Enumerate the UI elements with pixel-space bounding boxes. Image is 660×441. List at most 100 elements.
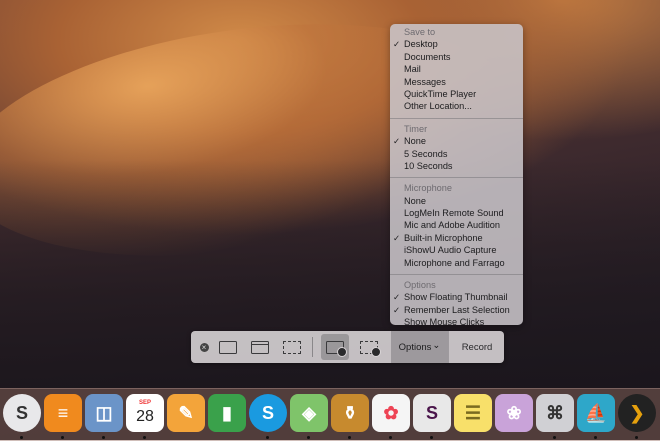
menu-item[interactable]: 5 Seconds	[390, 148, 523, 160]
checkmark-icon: ✓	[393, 136, 401, 147]
maps-glyph: ◈	[302, 402, 316, 423]
scrivener-icon[interactable]: S	[3, 394, 41, 432]
record-screen-icon	[326, 340, 347, 357]
maps-icon[interactable]: ◈	[290, 394, 328, 432]
running-indicator	[61, 436, 64, 439]
menu-item[interactable]: Documents	[390, 51, 523, 63]
running-indicator	[553, 436, 556, 439]
chevron-down-icon: ⌄	[432, 339, 441, 351]
numbers-icon[interactable]: ▮	[208, 394, 246, 432]
scrivener-glyph: S	[15, 402, 28, 423]
capture-window-button[interactable]	[247, 331, 273, 363]
close-button[interactable]: ×	[197, 331, 211, 363]
jar-app-icon[interactable]: ⚱	[331, 394, 369, 432]
photos-glyph: ✿	[383, 402, 399, 423]
menu-item[interactable]: ✓ None	[390, 135, 523, 147]
record-entire-screen-button[interactable]	[321, 334, 349, 360]
menu-section-header: Timer	[404, 123, 428, 134]
menu-item[interactable]: QuickTime Player	[390, 88, 523, 100]
running-indicator	[594, 436, 597, 439]
menu-item-label: Other Location...	[404, 101, 472, 112]
menu-item-label: QuickTime Player	[404, 88, 477, 99]
menu-item-label: Desktop	[404, 39, 438, 50]
menu-section-header: Options	[404, 280, 436, 291]
calendar-icon[interactable]: SEP 28	[126, 394, 164, 432]
selection-icon	[283, 340, 301, 354]
menu-separator	[390, 274, 523, 276]
checkmark-icon: ✓	[393, 39, 401, 50]
jar-app-glyph: ⚱	[342, 402, 358, 423]
running-indicator	[102, 436, 105, 439]
flower-app-glyph: ❀	[506, 402, 522, 423]
menu-item[interactable]: ✓ Remember Last Selection	[390, 304, 523, 316]
menu-item[interactable]: iShowU Audio Capture	[390, 244, 523, 256]
menu-item[interactable]: LogMeIn Remote Sound	[390, 207, 523, 219]
menu-section: Save to ✓ Desktop Documents Mail Messages Quic…	[390, 26, 523, 113]
running-indicator	[20, 436, 23, 439]
options-button[interactable]: Options ⌄	[391, 331, 448, 363]
omniplan-icon[interactable]: ≡	[44, 394, 82, 432]
menu-item[interactable]: Mail	[390, 63, 523, 75]
menu-item-label: Microphone and Farrago	[404, 257, 505, 268]
menu-item-label: Show Floating Thumbnail	[404, 292, 508, 303]
record-button[interactable]: Record	[448, 331, 505, 363]
menu-item[interactable]: Mic and Adobe Audition	[390, 219, 523, 231]
plex-icon[interactable]: ❯	[618, 394, 656, 432]
menu-item-label: None	[404, 136, 426, 147]
pages-glyph: ✎	[178, 402, 194, 423]
skype-glyph: S	[261, 402, 274, 423]
options-menu: Save to ✓ Desktop Documents Mail Messages Quic…	[390, 24, 523, 327]
menu-section: Options ✓ Show Floating Thumbnail ✓ Remember…	[390, 279, 523, 329]
running-indicator	[348, 436, 351, 439]
checkmark-icon: ✓	[393, 304, 401, 315]
window-icon	[251, 340, 269, 354]
running-indicator	[635, 436, 638, 439]
system-tools-icon[interactable]: ⌘	[536, 394, 574, 432]
slack-icon[interactable]: S	[413, 394, 451, 432]
menu-item-label: iShowU Audio Capture	[404, 245, 497, 256]
photos-icon[interactable]: ✿	[372, 394, 410, 432]
menu-item-label: None	[404, 195, 426, 206]
checkmark-icon: ✓	[393, 232, 401, 243]
pages-icon[interactable]: ✎	[167, 394, 205, 432]
menu-item-label: Show Mouse Clicks	[404, 317, 485, 328]
dock: S ≡ ◫ SEP 28 ✎ ▮ S ◈ ⚱ ✿ S ☰ ❀ ⌘ ⛵ ❯	[0, 388, 660, 441]
menu-item-label: Remember Last Selection	[404, 304, 510, 315]
menu-item-label: Documents	[404, 51, 451, 62]
menu-separator	[390, 117, 523, 119]
calendar-month: SEP	[138, 399, 151, 406]
record-selection-button[interactable]	[355, 331, 383, 363]
running-indicator	[389, 436, 392, 439]
numbers-glyph: ▮	[222, 402, 232, 423]
slack-glyph: S	[425, 402, 438, 423]
transmit-icon[interactable]: ⛵	[577, 394, 615, 432]
options-label: Options	[398, 341, 432, 353]
menu-item-label: Messages	[404, 76, 446, 87]
notes-icon[interactable]: ☰	[454, 394, 492, 432]
menu-item[interactable]: ✓ Built-in Microphone	[390, 232, 523, 244]
menu-item[interactable]: 10 Seconds	[390, 160, 523, 172]
capture-selection-button[interactable]	[279, 331, 305, 363]
capture-entire-screen-button[interactable]	[215, 331, 241, 363]
menu-item[interactable]: None	[390, 195, 523, 207]
plex-glyph: ❯	[629, 402, 645, 423]
menu-item[interactable]: Microphone and Farrago	[390, 257, 523, 269]
menu-item[interactable]: Messages	[390, 76, 523, 88]
menu-section-header: Microphone	[404, 183, 453, 194]
entire-screen-icon	[219, 340, 237, 354]
running-indicator	[266, 436, 269, 439]
menu-item[interactable]: ✓ Show Floating Thumbnail	[390, 291, 523, 303]
menu-item-label: Mic and Adobe Audition	[404, 220, 501, 231]
menu-item[interactable]: Show Mouse Clicks	[390, 316, 523, 328]
menu-item[interactable]: Other Location...	[390, 100, 523, 112]
screenshot-toolbar: × Options ⌄ Record	[191, 331, 504, 363]
notes-glyph: ☰	[464, 402, 482, 423]
menu-item[interactable]: ✓ Desktop	[390, 38, 523, 50]
desktop-wallpaper	[0, 0, 660, 440]
menu-section: Microphone None LogMeIn Remote Sound Mic an…	[390, 182, 523, 269]
checkmark-icon: ✓	[393, 292, 401, 303]
transmit-glyph: ⛵	[584, 402, 608, 423]
preview-icon[interactable]: ◫	[85, 394, 123, 432]
skype-icon[interactable]: S	[249, 394, 287, 432]
flower-app-icon[interactable]: ❀	[495, 394, 533, 432]
